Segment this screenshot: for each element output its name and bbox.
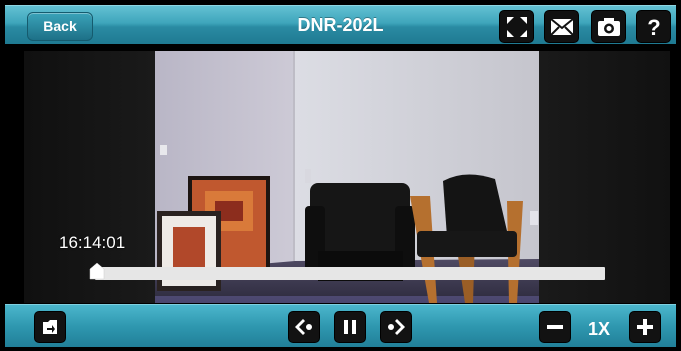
speed-increase-icon [637,319,653,335]
camera-snapshot-icon [597,17,620,36]
timeline-scrubber-handle[interactable] [88,262,106,280]
speed-decrease-button[interactable] [539,311,571,343]
fullscreen-icon [506,16,527,37]
playback-timestamp: 16:14:01 [59,233,126,252]
email-icon [549,17,574,36]
svg-text:?: ? [647,15,660,39]
fullscreen-button[interactable] [499,10,534,43]
pause-icon [344,320,356,334]
playback-timeline[interactable] [95,267,605,280]
export-button[interactable] [34,311,66,343]
top-navigation-bar: Back DNR-202L ? [5,5,676,44]
help-button[interactable]: ? [636,10,671,43]
export-icon [43,320,57,334]
speed-increase-button[interactable] [629,311,661,343]
step-forward-icon [388,319,405,335]
video-letterbox-right [539,51,670,303]
speed-decrease-icon [547,325,563,329]
help-icon: ? [647,15,660,39]
pause-button[interactable] [334,311,366,343]
step-back-icon [295,319,312,335]
snapshot-button[interactable] [591,10,626,43]
video-viewport[interactable] [24,51,670,303]
step-back-button[interactable] [288,311,320,343]
camera-feed-image [155,51,539,303]
step-forward-button[interactable] [380,311,412,343]
email-button[interactable] [544,10,579,43]
playback-control-bar: 1X [5,304,676,347]
playback-speed-label: 1X [588,319,611,339]
